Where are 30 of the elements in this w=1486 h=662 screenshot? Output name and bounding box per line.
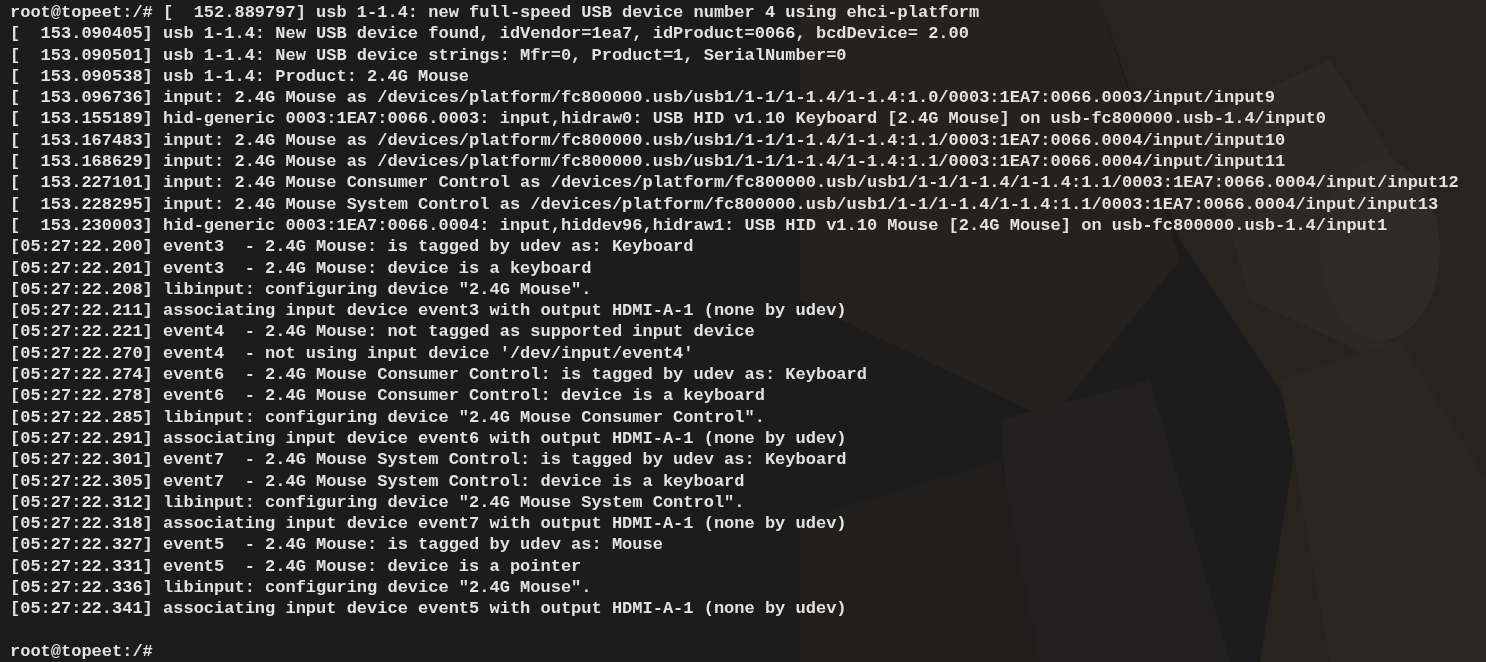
terminal-line: [05:27:22.201] event3 - 2.4G Mouse: device is a keyboard <box>10 257 592 279</box>
terminal-line: [ 153.090538] usb 1-1.4: Product: 2.4G Mouse <box>10 65 470 88</box>
terminal-line: [05:27:22.291] associating input device event6 with output HDMI-A-1 (none by udev) <box>10 427 847 450</box>
terminal-line: [05:27:22.211] associating input device event3 with output HDMI-A-1 (none by udev) <box>10 300 847 322</box>
terminal-line: [05:27:22.270] event4 - not using input device '/dev/input/event4' <box>10 342 694 365</box>
terminal-line: [05:27:22.341] associating input device event5 with output HDMI-A-1 (none by udev) <box>10 598 847 620</box>
terminal-line: [ 153.227101] input: 2.4G Mouse Consumer Control as /devices/platform/fc800000.usb/usb1/1-1/1-1.4/1-1.4:1.1/0003:1EA7:0066.0004/input/input12 <box>10 172 1459 194</box>
terminal-line: [ 153.096736] input: 2.4G Mouse as /devices/platform/fc800000.usb/usb1/1-1/1-1.4/1-1.4:1.0/0003:1EA7:0066.0003/input/input9 <box>10 87 1275 109</box>
terminal-line: root@topeet:/# [ 152.889797] usb 1-1.4: new full-speed USB device number 4 using ehci-platform <box>10 2 980 24</box>
terminal-line: [ 153.090501] usb 1-1.4: New USB device strings: Mfr=0, Product=1, SerialNumber=0 <box>10 44 847 66</box>
terminal-line: [05:27:22.318] associating input device event7 with output HDMI-A-1 (none by udev) <box>10 513 847 535</box>
terminal-line: [ 153.228295] input: 2.4G Mouse System Control as /devices/platform/fc800000.usb/usb1/1-1/1-1.4/1-1.4:1.1/0003:1EA7:0066.0004/input/input13 <box>10 193 1439 215</box>
terminal-line: [05:27:22.208] libinput: configuring device "2.4G Mouse". <box>10 278 592 301</box>
terminal-line: [05:27:22.312] libinput: configuring device "2.4G Mouse System Control". <box>10 491 745 514</box>
shell-prompt: root@topeet:/# <box>10 640 153 662</box>
terminal-line: [ 153.230003] hid-generic 0003:1EA7:0066.0004: input,hiddev96,hidraw1: USB HID v1.10 Mouse [2.4G Mouse] on usb-fc800000.usb-1.4/input1 <box>10 214 1388 237</box>
terminal-line: [05:27:22.331] event5 - 2.4G Mouse: device is a pointer <box>10 555 582 577</box>
terminal-line: [05:27:22.336] libinput: configuring device "2.4G Mouse". <box>10 577 592 599</box>
terminal-line: [05:27:22.274] event6 - 2.4G Mouse Consumer Control: is tagged by udev as: Keyboard <box>10 364 867 386</box>
terminal-line: [05:27:22.200] event3 - 2.4G Mouse: is tagged by udev as: Keyboard <box>10 236 694 258</box>
terminal-line: [ 153.167483] input: 2.4G Mouse as /devices/platform/fc800000.usb/usb1/1-1/1-1.4/1-1.4:1.1/0003:1EA7:0066.0004/input/input10 <box>10 129 1286 152</box>
terminal-line: [ 153.168629] input: 2.4G Mouse as /devices/platform/fc800000.usb/usb1/1-1/1-1.4/1-1.4:1.1/0003:1EA7:0066.0004/input/input11 <box>10 151 1286 173</box>
terminal-line: [05:27:22.285] libinput: configuring device "2.4G Mouse Consumer Control". <box>10 406 765 428</box>
terminal-line: [05:27:22.221] event4 - 2.4G Mouse: not tagged as supported input device <box>10 321 755 343</box>
terminal-line: [ 153.155189] hid-generic 0003:1EA7:0066.0003: input,hidraw0: USB HID v1.10 Keyboard [2.4G Mouse] on usb-fc800000.usb-1.4/input0 <box>10 108 1326 130</box>
terminal-line: [05:27:22.327] event5 - 2.4G Mouse: is tagged by udev as: Mouse <box>10 534 663 556</box>
terminal-line: [05:27:22.278] event6 - 2.4G Mouse Consumer Control: device is a keyboard <box>10 385 765 407</box>
terminal-line: [05:27:22.305] event7 - 2.4G Mouse System Control: device is a keyboard <box>10 470 745 492</box>
terminal-line: [05:27:22.301] event7 - 2.4G Mouse System Control: is tagged by udev as: Keyboard <box>10 449 847 471</box>
terminal-line: [ 153.090405] usb 1-1.4: New USB device found, idVendor=1ea7, idProduct=0066, bcdDevice= 2.00 <box>10 23 969 45</box>
